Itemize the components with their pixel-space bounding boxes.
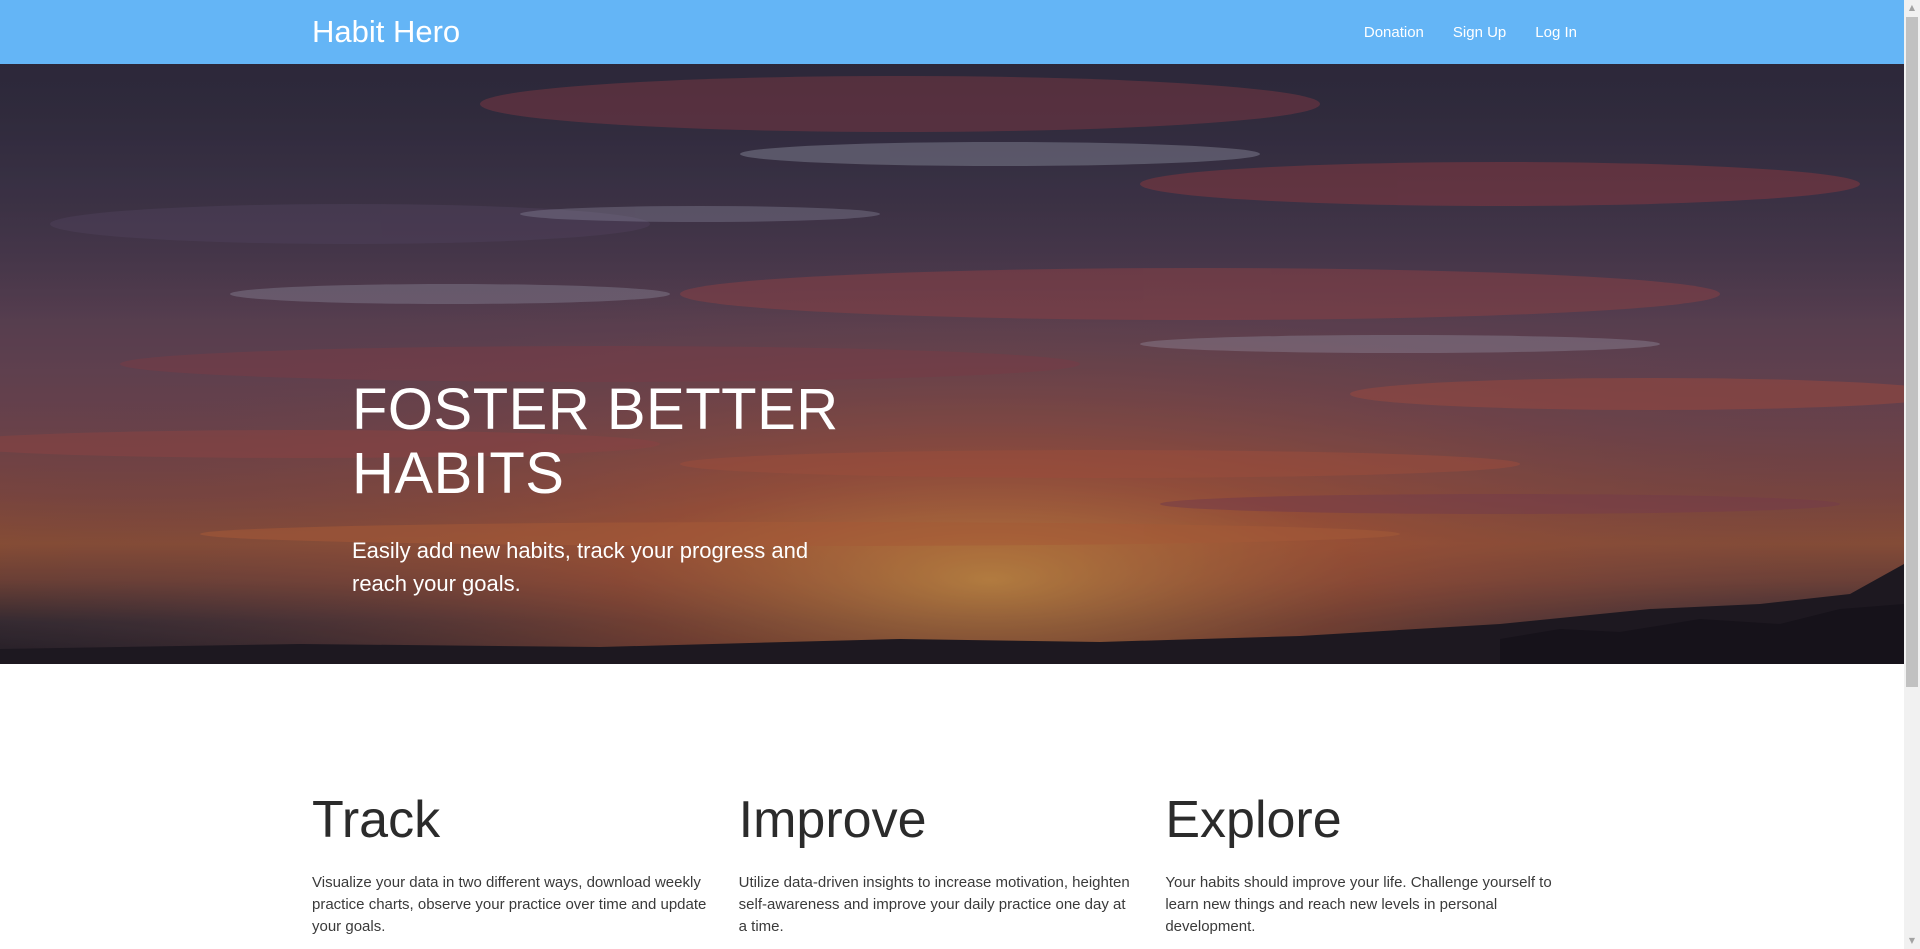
page-scrollbar[interactable]: ▲ ▼ [1904, 0, 1920, 949]
hero-overlay [0, 64, 1904, 664]
feature-title: Track [312, 791, 441, 849]
feature-text: Your habits should improve your life. Ch… [1165, 874, 1552, 935]
scrollbar-thumb[interactable] [1906, 17, 1918, 687]
feature-text: Visualize your data in two different way… [312, 874, 707, 935]
feature-title: Explore [1165, 791, 1342, 849]
feature-track: Track Visualize your data in two differe… [312, 790, 739, 938]
triangle-down-icon[interactable]: ▼ [1904, 933, 1920, 949]
nav-donation-link[interactable]: Donation [1364, 24, 1424, 41]
nav-signup-link[interactable]: Sign Up [1453, 24, 1506, 41]
nav-links: Donation Sign Up Log In [1335, 0, 1577, 64]
hero-title: FOSTER BETTER HABITS [352, 377, 839, 506]
feature-text: Utilize data-driven insights to increase… [738, 874, 1130, 935]
navbar: Habit Hero Donation Sign Up Log In [0, 0, 1904, 64]
features-section: Track Visualize your data in two differe… [312, 790, 1592, 938]
nav-login-link[interactable]: Log In [1535, 24, 1577, 41]
feature-explore: Explore Your habits should improve your … [1165, 790, 1592, 938]
feature-improve: Improve Utilize data-driven insights to … [739, 790, 1166, 938]
triangle-up-icon[interactable]: ▲ [1904, 0, 1920, 16]
brand-logo[interactable]: Habit Hero [312, 13, 460, 51]
hero-subtitle: Easily add new habits, track your progre… [352, 538, 809, 596]
hero-section: FOSTER BETTER HABITS Easily add new habi… [0, 64, 1904, 664]
feature-title: Improve [738, 791, 927, 849]
page: Habit Hero Donation Sign Up Log In FOSTE… [0, 0, 1904, 949]
